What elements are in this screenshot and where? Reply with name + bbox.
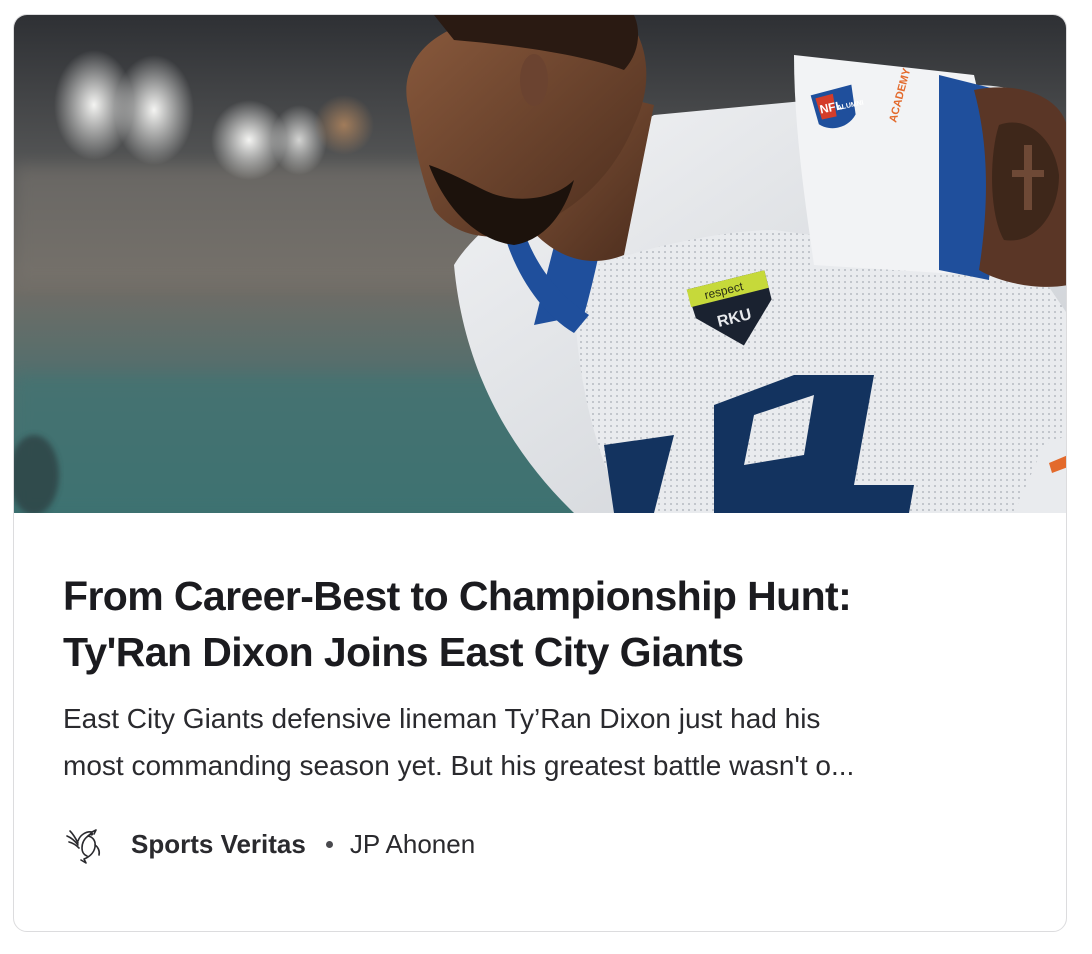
article-excerpt-line-1: East City Giants defensive lineman Ty’Ra… xyxy=(63,703,821,734)
article-hero-image[interactable]: NFL ALUMNI ACADEMY respect RKU xyxy=(14,15,1066,513)
phoenix-icon[interactable] xyxy=(63,822,107,866)
article-title-line-1: From Career-Best to Championship Hunt: xyxy=(63,573,852,619)
article-card[interactable]: NFL ALUMNI ACADEMY respect RKU From Care… xyxy=(13,14,1067,932)
publisher-name[interactable]: Sports Veritas xyxy=(131,829,306,860)
article-title-line-2: Ty'Ran Dixon Joins East City Giants xyxy=(63,629,744,675)
article-excerpt: East City Giants defensive lineman Ty’Ra… xyxy=(63,695,1023,789)
article-meta: Sports Veritas JP Ahonen xyxy=(63,821,475,867)
author-name[interactable]: JP Ahonen xyxy=(350,829,475,860)
meta-separator-dot xyxy=(325,840,333,848)
article-excerpt-line-2: most commanding season yet. But his grea… xyxy=(63,750,855,781)
article-title[interactable]: From Career-Best to Championship Hunt: T… xyxy=(63,568,1023,680)
